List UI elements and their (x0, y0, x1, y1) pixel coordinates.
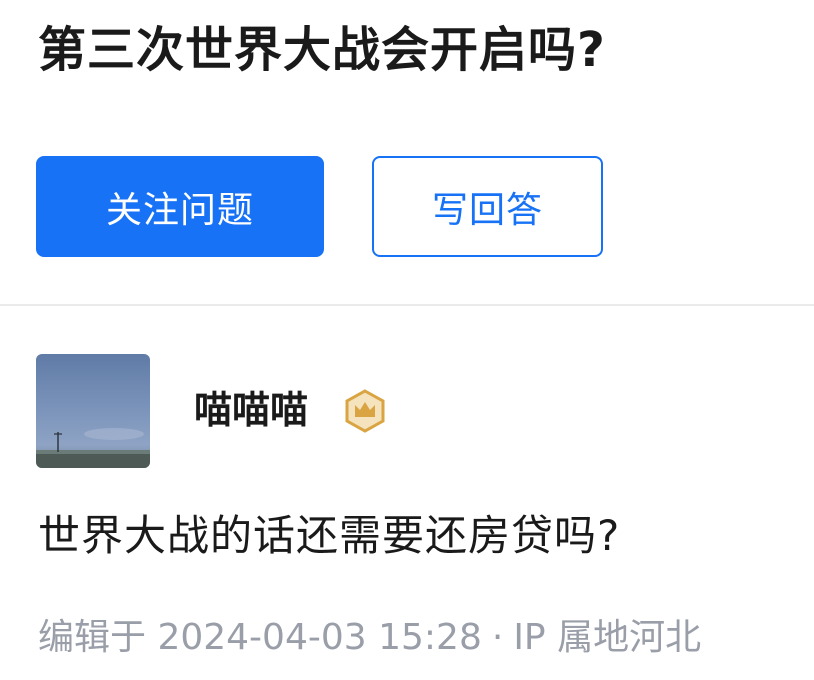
answer-content[interactable]: 世界大战的话还需要还房贷吗? (38, 503, 620, 569)
question-page: 第三次世界大战会开启吗? 关注问题 写回答 喵喵喵 世界大战的话还需要还房贷吗?… (0, 0, 814, 680)
crown-badge-icon (343, 389, 387, 433)
divider (0, 304, 814, 306)
edited-time: 编辑于 2024-04-03 15:28 (38, 617, 482, 658)
ip-location: IP 属地河北 (513, 617, 702, 658)
answer-meta: 编辑于 2024-04-03 15:28 · IP 属地河北 (38, 610, 701, 666)
question-title: 第三次世界大战会开启吗? (38, 22, 606, 78)
author-name[interactable]: 喵喵喵 (194, 382, 308, 438)
follow-question-button[interactable]: 关注问题 (36, 156, 324, 257)
avatar-image (36, 354, 150, 468)
write-answer-button[interactable]: 写回答 (372, 156, 603, 257)
avatar[interactable] (36, 354, 150, 468)
meta-separator: · (491, 617, 504, 658)
